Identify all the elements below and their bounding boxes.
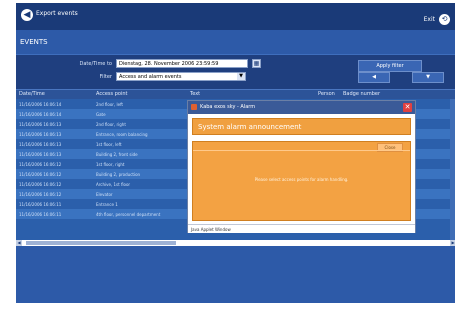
cell-datetime: 11/16/2006 16:06:13	[19, 142, 62, 147]
column-header-access-point[interactable]: Access point	[96, 91, 127, 97]
cell-datetime: 11/16/2006 16:06:11	[19, 202, 62, 207]
cell-access-point: 1st floor, left	[96, 142, 122, 147]
cell-datetime: 11/16/2006 16:06:14	[19, 112, 62, 117]
cell-datetime: 11/16/2006 16:06:12	[19, 192, 62, 197]
cell-access-point: Entrance, room balancing	[96, 132, 148, 137]
date-time-input[interactable]: Dienstag, 28. November 2006 23:59:59	[116, 59, 248, 68]
scrollbar-thumb[interactable]	[26, 241, 176, 245]
cell-datetime: 11/16/2006 16:06:13	[19, 132, 62, 137]
filter-select[interactable]: Access and alarm events ▼	[116, 72, 246, 81]
cell-access-point: 1st floor, right	[96, 162, 125, 167]
column-header-person[interactable]: Person	[318, 91, 335, 97]
section-header: EVENTS	[16, 30, 455, 55]
cell-datetime: 11/16/2006 16:06:13	[19, 152, 62, 157]
exit-label[interactable]: Exit	[424, 16, 435, 23]
close-icon[interactable]: ✕	[403, 103, 412, 112]
cell-access-point: Gate	[96, 112, 106, 117]
calendar-icon[interactable]: ▦	[252, 59, 261, 68]
filter-label: Filter	[99, 74, 112, 80]
java-icon	[191, 104, 197, 110]
chevron-down-icon[interactable]: ▼	[237, 73, 245, 80]
apply-filter-button[interactable]: Apply filter	[358, 60, 422, 72]
cell-datetime: 11/16/2006 16:06:11	[19, 212, 62, 217]
cell-access-point: 4th floor, personnel department	[96, 212, 161, 217]
exit-icon[interactable]: ⟲	[439, 14, 450, 25]
dialog-title: Kaba exos sky - Alarm	[200, 104, 256, 110]
cell-access-point: Elevator	[96, 192, 113, 197]
alarm-heading-bar: System alarm announcement	[192, 118, 411, 135]
alarm-body: Close Please select access points for al…	[192, 141, 411, 221]
cell-access-point: Building 2, production	[96, 172, 141, 177]
cell-datetime: 11/16/2006 16:06:13	[19, 122, 62, 127]
divider	[193, 150, 410, 151]
date-filter-label: Date/Time to	[79, 61, 112, 67]
cell-datetime: 11/16/2006 16:06:14	[19, 102, 62, 107]
back-icon[interactable]: ◀	[21, 9, 33, 21]
section-title: EVENTS	[20, 38, 48, 46]
column-header-text[interactable]: Text	[190, 91, 200, 97]
alarm-dialog: Kaba exos sky - Alarm ✕ System alarm ann…	[187, 100, 416, 233]
dialog-status-bar: Java Applet Window	[188, 224, 415, 233]
dialog-titlebar[interactable]: Kaba exos sky - Alarm ✕	[188, 101, 415, 114]
filter-select-value: Access and alarm events	[119, 74, 182, 80]
top-bar: ◀ Export events Exit ⟲	[16, 3, 455, 30]
applet-status-text: Java Applet Window	[191, 227, 231, 232]
cell-access-point: Building 2, front side	[96, 152, 138, 157]
app-window: ◀ Export events Exit ⟲ EVENTS Date/Time t…	[16, 3, 455, 303]
column-header-badge-number[interactable]: Badge number	[343, 91, 380, 97]
column-header-datetime[interactable]: Date/Time	[19, 91, 45, 97]
cell-access-point: Entrance 1	[96, 202, 118, 207]
previous-page-button[interactable]: ◀	[358, 72, 390, 83]
cell-datetime: 11/16/2006 16:06:12	[19, 182, 62, 187]
exit-button[interactable]: Exit ⟲	[424, 9, 450, 25]
cell-access-point: 2nd floor, left	[96, 102, 123, 107]
page-title: Export events	[36, 10, 78, 17]
alarm-heading: System alarm announcement	[198, 123, 302, 131]
cell-access-point: 2nd floor, right	[96, 122, 126, 127]
cell-access-point: Archive, 1st floor	[96, 182, 131, 187]
next-page-button[interactable]: ▼	[412, 72, 444, 83]
cell-datetime: 11/16/2006 16:06:12	[19, 162, 62, 167]
alarm-message: Please select access points for alarm ha…	[254, 177, 349, 182]
vertical-scrollbar[interactable]	[450, 99, 455, 240]
cell-datetime: 11/16/2006 16:06:12	[19, 172, 62, 177]
bottom-panel	[16, 246, 455, 303]
